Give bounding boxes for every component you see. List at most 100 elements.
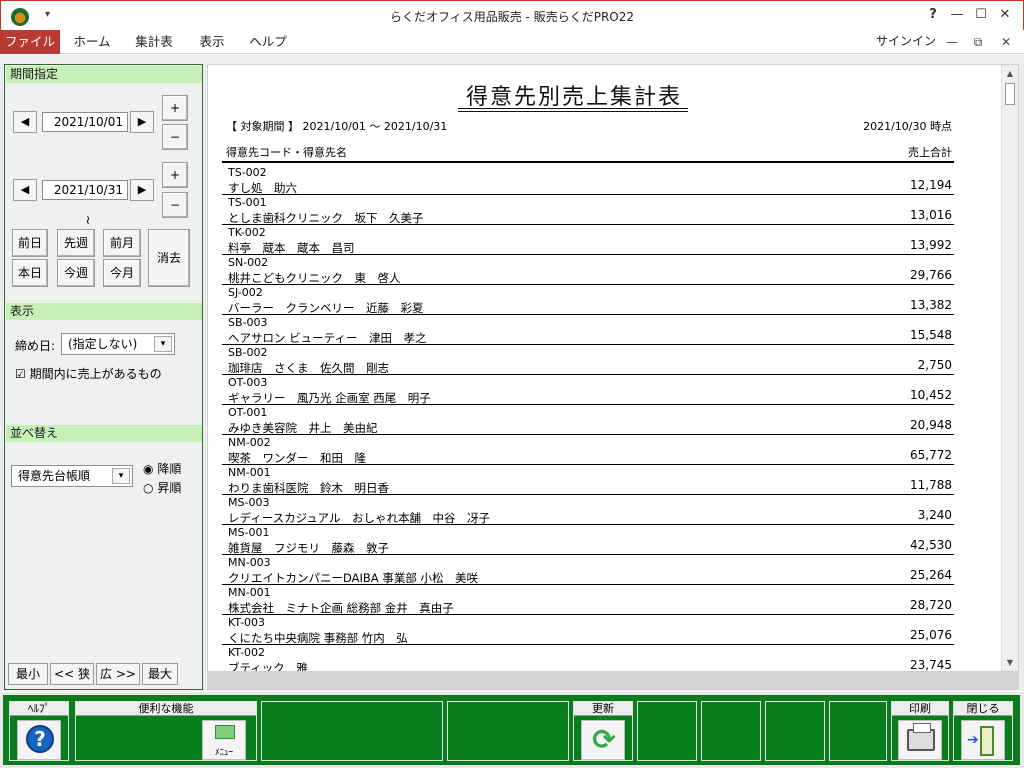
date-to-plus-button[interactable]: +	[162, 162, 188, 188]
function-bar-panel: ﾍﾙﾌﾟ ? 便利な機能 ﾒﾆｭｰ 更新 ⟳ 印刷 閉じる ➔	[3, 695, 1020, 765]
print-icon-button[interactable]	[898, 720, 942, 760]
customer-code: KT-002	[228, 646, 266, 659]
prev-month-button[interactable]: 前月	[103, 229, 141, 257]
menu-icon-button[interactable]: ﾒﾆｭｰ	[202, 720, 246, 760]
prev-week-button[interactable]: 先週	[57, 229, 95, 257]
prev-day-button[interactable]: 前日	[12, 229, 48, 257]
printer-icon	[907, 723, 935, 751]
signin-link[interactable]: サインイン	[876, 31, 936, 51]
tab-file[interactable]: ファイル	[0, 30, 60, 54]
this-month-button[interactable]: 今月	[103, 259, 141, 287]
exit-door-icon	[980, 726, 994, 756]
width-max-button[interactable]: 最大	[142, 663, 178, 685]
customer-code: MS-003	[228, 496, 270, 509]
print-fkey[interactable]: 印刷	[891, 701, 949, 761]
tab-view[interactable]: 表示	[190, 30, 234, 54]
table-row: KT-002 ブティック 雅 23,745	[222, 645, 954, 671]
column-header-customer: 得意先コード・得意先名	[226, 146, 347, 159]
customer-name: くにたち中央病院 事務部 竹内 弘	[228, 631, 408, 645]
customer-name: ギャラリー 風乃光 企画室 西尾 明子	[228, 391, 431, 405]
width-min-button[interactable]: 最小	[8, 663, 48, 685]
window-maximize-button[interactable]: ☐	[971, 5, 991, 25]
report-viewer[interactable]: 得意先別売上集計表 【 対象期間 】 2021/10/01 ～ 2021/10/…	[207, 64, 1019, 672]
date-from-input[interactable]: 2021/10/01	[42, 112, 128, 132]
date-to-input[interactable]: 2021/10/31	[42, 180, 128, 200]
close-icon-button[interactable]: ➔	[961, 720, 1005, 760]
refresh-icon: ⟳	[592, 723, 616, 756]
checkbox-checked-icon: ☑	[15, 367, 26, 381]
customer-name: としま歯科クリニック 坂下 久美子	[228, 211, 424, 225]
table-row: KT-003 くにたち中央病院 事務部 竹内 弘 25,076	[222, 615, 954, 645]
doc-restore-button[interactable]: ⧉	[968, 32, 988, 52]
date-to-next-button[interactable]: ▶	[130, 179, 154, 201]
close-fkey[interactable]: 閉じる ➔	[953, 701, 1013, 761]
tab-summary[interactable]: 集計表	[126, 30, 182, 54]
menu-caption: ﾒﾆｭｰ	[214, 748, 233, 758]
sales-total: 13,382	[910, 298, 952, 312]
sales-total: 29,766	[910, 268, 952, 282]
scroll-down-arrow-icon[interactable]: ▼	[1002, 655, 1018, 671]
left-panel: 期間指定 ◀ 2021/10/01 ▶ + − ~ ◀ 2021/10/31 ▶…	[4, 64, 203, 690]
scroll-up-arrow-icon[interactable]: ▲	[1002, 66, 1018, 82]
tab-home[interactable]: ホーム	[64, 30, 120, 54]
scrollbar-thumb[interactable]	[1005, 83, 1015, 105]
this-week-button[interactable]: 今週	[57, 259, 95, 287]
vertical-scrollbar[interactable]: ▲ ▼	[1001, 65, 1018, 671]
customer-code: OT-003	[228, 376, 268, 389]
help-fkey[interactable]: ﾍﾙﾌﾟ ?	[9, 701, 69, 761]
table-row: SJ-002 バーラー クランベリー 近藤 彩夏 13,382	[222, 285, 954, 315]
customer-code: NM-001	[228, 466, 271, 479]
table-row: MS-003 レディースカジュアル おしゃれ本舗 中谷 冴子 3,240	[222, 495, 954, 525]
table-row: TS-001 としま歯科クリニック 坂下 久美子 13,016	[222, 195, 954, 225]
column-header-total: 売上合計	[908, 146, 952, 159]
date-from-prev-button[interactable]: ◀	[13, 111, 37, 133]
customer-name: レディースカジュアル おしゃれ本舗 中谷 冴子	[228, 511, 490, 525]
doc-minimize-button[interactable]: —	[942, 32, 962, 52]
date-to-prev-button[interactable]: ◀	[13, 179, 37, 201]
width-narrow-button[interactable]: << 狭	[50, 663, 94, 685]
sort-desc-radio[interactable]: ◉ 降順	[143, 460, 181, 477]
empty-fkey-6	[829, 701, 887, 761]
sales-total: 42,530	[910, 538, 952, 552]
table-row: OT-001 みゆき美容院 井上 美由紀 20,948	[222, 405, 954, 435]
table-row: SB-002 珈琲店 さくま 佐久間 剛志 2,750	[222, 345, 954, 375]
tab-help[interactable]: ヘルプ	[244, 30, 292, 54]
column-width-nav: 最小 << 狭 広 >> 最大	[6, 663, 202, 687]
doc-close-button[interactable]: ✕	[996, 32, 1016, 52]
title-underline	[458, 111, 688, 112]
closing-day-select[interactable]: (指定しない) ▾	[61, 333, 175, 355]
closing-day-label: 締め日:	[15, 339, 56, 353]
help-question-button[interactable]: ?	[923, 5, 943, 25]
empty-fkey-1	[261, 701, 443, 761]
customer-name: 雑貨屋 フジモリ 藤森 敦子	[228, 541, 389, 555]
table-row: MN-001 株式会社 ミナト企画 総務部 金井 真由子 28,720	[222, 585, 954, 615]
today-button[interactable]: 本日	[12, 259, 48, 287]
clear-button[interactable]: 消去	[148, 229, 190, 287]
empty-fkey-3	[637, 701, 697, 761]
window-minimize-button[interactable]: —	[947, 5, 967, 25]
header-rule	[222, 161, 954, 163]
ribbon-tabs: ファイル ホーム 集計表 表示 ヘルプ サインイン — ⧉ ✕	[0, 30, 1024, 54]
customer-name: すし処 助六	[228, 181, 297, 195]
date-from-minus-button[interactable]: −	[162, 124, 188, 150]
customer-name: 料亭 蔵本 蔵本 昌司	[228, 241, 355, 255]
only-sales-checkbox[interactable]: ☑ 期間内に売上があるもの	[15, 365, 162, 382]
sort-asc-radio[interactable]: ○ 昇順	[143, 479, 181, 496]
refresh-fkey[interactable]: 更新 ⟳	[573, 701, 633, 761]
date-to-minus-button[interactable]: −	[162, 192, 188, 218]
sort-desc-label: 降順	[157, 462, 182, 476]
refresh-fkey-label: 更新	[574, 702, 632, 716]
report-period: 【 対象期間 】 2021/10/01 ～ 2021/10/31	[226, 120, 448, 133]
window-close-button[interactable]: ✕	[995, 5, 1015, 25]
empty-fkey-2	[447, 701, 569, 761]
refresh-icon-button[interactable]: ⟳	[581, 720, 625, 760]
sort-order-select[interactable]: 得意先台帳順 ▾	[11, 465, 133, 487]
tools-fkey[interactable]: 便利な機能 ﾒﾆｭｰ	[75, 701, 257, 761]
radio-selected-icon: ◉	[143, 462, 154, 476]
customer-name: バーラー クランベリー 近藤 彩夏	[228, 301, 424, 315]
help-icon-button[interactable]: ?	[17, 720, 61, 760]
customer-code: MN-003	[228, 556, 271, 569]
width-wide-button[interactable]: 広 >>	[96, 663, 140, 685]
date-from-next-button[interactable]: ▶	[130, 111, 154, 133]
date-from-plus-button[interactable]: +	[162, 95, 188, 121]
